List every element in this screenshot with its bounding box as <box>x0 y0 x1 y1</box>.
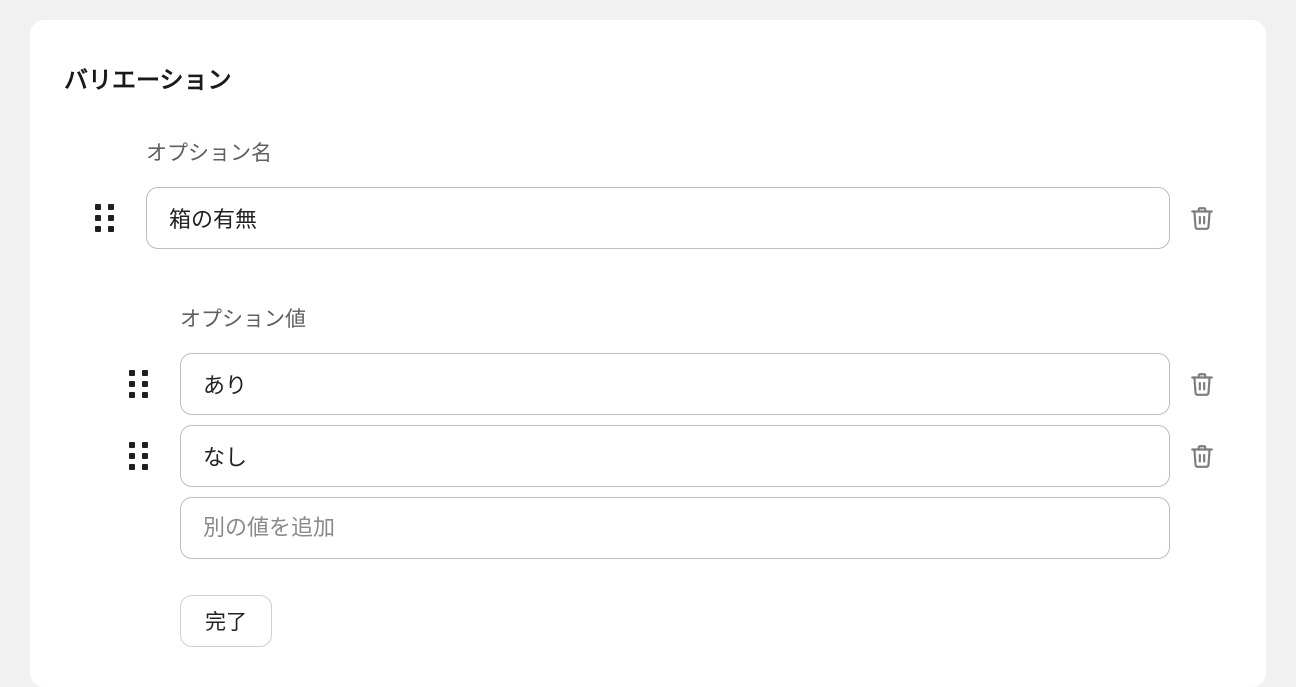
option-values-section: オプション値 <box>96 303 1234 647</box>
option-name-row <box>62 187 1234 249</box>
option-value-input[interactable] <box>180 353 1170 415</box>
option-values-label: オプション値 <box>180 303 1234 333</box>
option-name-label: オプション名 <box>146 137 1234 167</box>
variations-card: バリエーション オプション名 オプション値 <box>30 20 1266 687</box>
option-value-row <box>96 425 1234 487</box>
drag-handle-icon[interactable] <box>95 204 114 232</box>
section-title: バリエーション <box>62 60 1234 95</box>
trash-icon <box>1189 204 1215 232</box>
option-name-input[interactable] <box>146 187 1170 249</box>
drag-handle-icon[interactable] <box>129 370 148 398</box>
delete-option-button[interactable] <box>1189 204 1215 232</box>
add-value-input[interactable] <box>180 497 1170 559</box>
delete-value-button[interactable] <box>1189 370 1215 398</box>
done-button[interactable]: 完了 <box>180 595 272 647</box>
delete-value-button[interactable] <box>1189 442 1215 470</box>
add-value-row <box>96 497 1234 559</box>
done-row: 完了 <box>96 569 1234 647</box>
trash-icon <box>1189 370 1215 398</box>
drag-handle-icon[interactable] <box>129 442 148 470</box>
trash-icon <box>1189 442 1215 470</box>
option-value-row <box>96 353 1234 415</box>
option-value-input[interactable] <box>180 425 1170 487</box>
